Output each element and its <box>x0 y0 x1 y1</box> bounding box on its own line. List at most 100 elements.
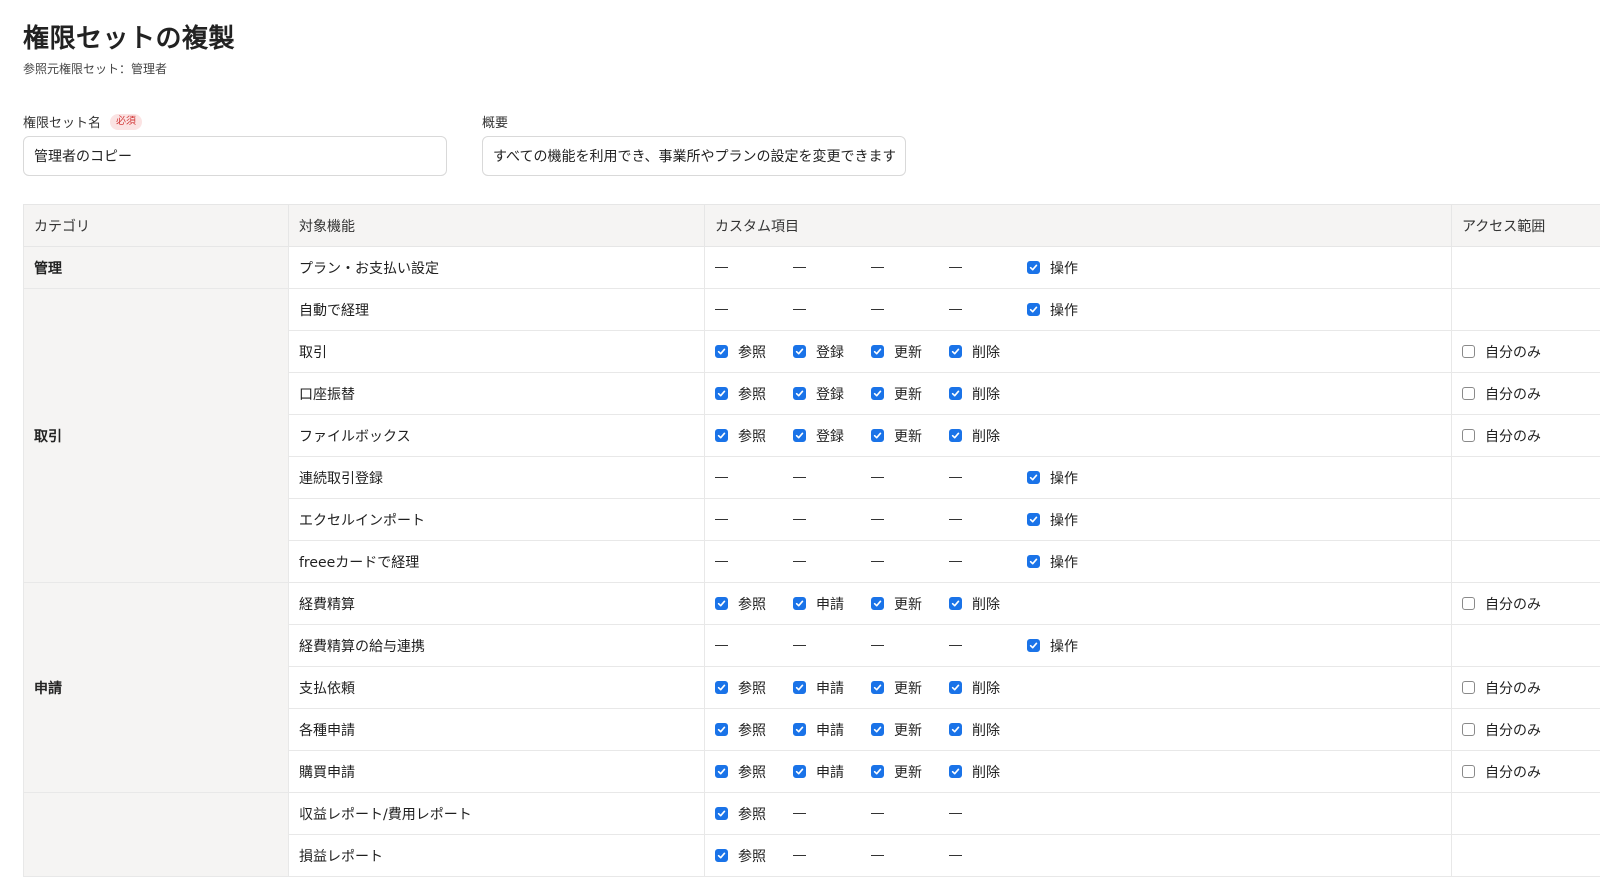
permission-checkbox-checked[interactable] <box>949 681 962 694</box>
permission-checkbox-checked[interactable] <box>949 387 962 400</box>
access-scope-cell <box>1451 624 1600 667</box>
permission-label: 更新 <box>894 386 922 403</box>
permission-label: 削除 <box>972 680 1000 697</box>
own-only-option: 自分のみ <box>1462 384 1600 404</box>
own-only-checkbox-unchecked[interactable] <box>1462 345 1475 358</box>
feature-cell: 連続取引登録 <box>288 456 705 499</box>
table-row: 取引 自動で経理 操作 <box>23 288 1600 583</box>
custom-items-cell: 参照 申請 更新 削除 <box>704 582 1452 625</box>
permission-option: 更新 <box>871 678 949 698</box>
own-only-checkbox-unchecked[interactable] <box>1462 387 1475 400</box>
permission-label: 参照 <box>738 596 766 613</box>
access-scope-cell <box>1451 288 1600 331</box>
table-row: 収益レポート/費用レポート 参照 <box>23 792 1600 877</box>
permission-checkbox-checked[interactable] <box>871 723 884 736</box>
permission-checkbox-checked[interactable] <box>949 765 962 778</box>
permission-label: 参照 <box>738 680 766 697</box>
permission-checkbox-checked[interactable] <box>1027 303 1040 316</box>
permission-checkbox-checked[interactable] <box>793 345 806 358</box>
table-row: 申請 経費精算 参照 申請 更新 削除 自分のみ <box>23 582 1600 793</box>
permission-option: 登録 <box>793 426 871 446</box>
permission-checkbox-checked[interactable] <box>715 387 728 400</box>
own-only-checkbox-unchecked[interactable] <box>1462 723 1475 736</box>
custom-items-cell: 参照 申請 更新 削除 <box>704 666 1452 709</box>
permission-checkbox-checked[interactable] <box>871 681 884 694</box>
permission-checkbox-checked[interactable] <box>949 429 962 442</box>
permission-option: 申請 <box>793 678 871 698</box>
own-only-checkbox-unchecked[interactable] <box>1462 429 1475 442</box>
permission-checkbox-checked[interactable] <box>871 429 884 442</box>
not-applicable-slot <box>949 476 1027 479</box>
permission-checkbox-checked[interactable] <box>715 807 728 820</box>
permission-checkbox-checked[interactable] <box>1027 513 1040 526</box>
permission-label: 削除 <box>972 722 1000 739</box>
permission-checkbox-checked[interactable] <box>715 723 728 736</box>
feature-cell: 取引 <box>288 330 705 373</box>
permission-checkbox-checked[interactable] <box>715 765 728 778</box>
permission-checkbox-checked[interactable] <box>715 849 728 862</box>
permission-option: 操作 <box>1027 300 1105 320</box>
dash-icon <box>871 854 884 857</box>
permission-checkbox-checked[interactable] <box>715 429 728 442</box>
not-applicable-slot <box>871 644 949 647</box>
permission-option: 更新 <box>871 342 949 362</box>
permission-checkbox-checked[interactable] <box>715 681 728 694</box>
permission-label: 操作 <box>1050 554 1078 571</box>
not-applicable-slot <box>793 560 871 563</box>
permission-set-name-input[interactable] <box>23 136 447 176</box>
permission-checkbox-checked[interactable] <box>871 597 884 610</box>
permission-checkbox-checked[interactable] <box>1027 261 1040 274</box>
permission-checkbox-checked[interactable] <box>949 597 962 610</box>
permission-checkbox-checked[interactable] <box>1027 639 1040 652</box>
custom-items-cell: 参照 <box>704 792 1452 835</box>
description-input[interactable] <box>482 136 906 176</box>
permission-checkbox-checked[interactable] <box>715 597 728 610</box>
permission-checkbox-checked[interactable] <box>871 345 884 358</box>
permission-checkbox-checked[interactable] <box>793 387 806 400</box>
own-only-checkbox-unchecked[interactable] <box>1462 597 1475 610</box>
dash-icon <box>949 812 962 815</box>
permission-checkbox-checked[interactable] <box>1027 555 1040 568</box>
own-only-checkbox-unchecked[interactable] <box>1462 681 1475 694</box>
permission-checkbox-checked[interactable] <box>1027 471 1040 484</box>
permission-checkbox-checked[interactable] <box>793 597 806 610</box>
dash-icon <box>871 476 884 479</box>
description-field-label: 概要 <box>482 112 508 131</box>
permission-option: 削除 <box>949 720 1027 740</box>
category-cell: 取引 <box>23 288 289 583</box>
permission-checkbox-checked[interactable] <box>793 765 806 778</box>
dash-icon <box>715 560 728 563</box>
permission-checkbox-checked[interactable] <box>949 723 962 736</box>
permission-label: 削除 <box>972 386 1000 403</box>
custom-items: 操作 <box>715 510 1441 530</box>
permission-checkbox-checked[interactable] <box>793 681 806 694</box>
own-only-checkbox-unchecked[interactable] <box>1462 765 1475 778</box>
custom-items: 参照 申請 更新 削除 <box>715 594 1441 614</box>
permission-checkbox-checked[interactable] <box>715 345 728 358</box>
feature-cell: エクセルインポート <box>288 498 705 541</box>
not-applicable-slot <box>793 644 871 647</box>
permission-label: 更新 <box>894 680 922 697</box>
permission-checkbox-checked[interactable] <box>949 345 962 358</box>
feature-cell: 経費精算の給与連携 <box>288 624 705 667</box>
category-cell <box>23 792 289 877</box>
permission-label: 更新 <box>894 764 922 781</box>
permission-checkbox-checked[interactable] <box>793 429 806 442</box>
category-cell: 申請 <box>23 582 289 793</box>
dash-icon <box>715 308 728 311</box>
permission-checkbox-checked[interactable] <box>871 765 884 778</box>
custom-items-cell: 操作 <box>704 624 1452 667</box>
not-applicable-slot <box>715 266 793 269</box>
not-applicable-slot <box>871 560 949 563</box>
dash-icon <box>715 476 728 479</box>
custom-items-cell: 参照 登録 更新 削除 <box>704 414 1452 457</box>
permission-label: 参照 <box>738 806 766 823</box>
permission-option: 参照 <box>715 678 793 698</box>
not-applicable-slot <box>871 266 949 269</box>
access-scope-cell: 自分のみ <box>1451 414 1600 457</box>
permission-option: 操作 <box>1027 468 1105 488</box>
permission-checkbox-checked[interactable] <box>793 723 806 736</box>
permission-label: 参照 <box>738 848 766 865</box>
dash-icon <box>871 560 884 563</box>
permission-checkbox-checked[interactable] <box>871 387 884 400</box>
